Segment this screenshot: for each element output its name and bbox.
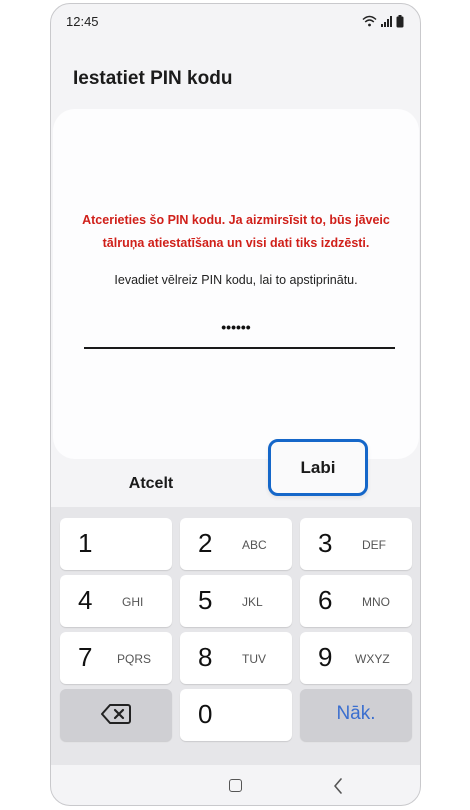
key-letters: MNO — [362, 595, 390, 609]
backspace-icon — [101, 704, 131, 724]
key-1[interactable]: 1 — [60, 518, 172, 570]
key-digit: 2 — [198, 528, 213, 558]
key-letters: DEF — [362, 538, 386, 552]
key-digit: 3 — [318, 528, 333, 558]
instruction-text: Ievadiet vēlreiz PIN kodu, lai to apstip… — [114, 273, 358, 287]
key-letters: GHI — [122, 595, 144, 609]
wifi-icon — [362, 15, 377, 27]
next-key[interactable]: Nāk. — [300, 689, 412, 741]
battery-icon — [396, 14, 404, 27]
key-letters: WXYZ — [355, 652, 390, 666]
key-digit: 7 — [78, 642, 93, 672]
key-letters: TUV — [242, 652, 266, 666]
pin-input-underline — [84, 347, 395, 349]
key-5[interactable]: 5 JKL — [180, 575, 292, 627]
key-digit: 8 — [198, 642, 213, 672]
key-2[interactable]: 2 ABC — [180, 518, 292, 570]
status-icons — [362, 14, 404, 28]
ok-button[interactable]: Labi — [268, 439, 368, 496]
key-letters: PQRS — [117, 652, 152, 666]
key-8[interactable]: 8 TUV — [180, 632, 292, 684]
warning-message: Atcerieties šo PIN kodu. Ja aizmirsīsit … — [53, 209, 419, 255]
phone-screen: 12:45 Iestatiet PIN kodu Atcerieties šo … — [50, 3, 421, 806]
key-letters: ABC — [242, 538, 267, 552]
signal-icon — [381, 15, 392, 27]
key-3[interactable]: 3 DEF — [300, 518, 412, 570]
warning-line-2: tālruņa atiestatīšana un visi dati tiks … — [102, 236, 370, 250]
numeric-keypad: 1 2 ABC 3 DEF 4 GHI 5 JKL 6 MNO 7 PQRS 8… — [51, 507, 420, 765]
key-0[interactable]: 0 — [180, 689, 292, 741]
key-6[interactable]: 6 MNO — [300, 575, 412, 627]
cancel-button[interactable]: Atcelt — [91, 471, 211, 497]
key-digit: 9 — [318, 642, 333, 672]
home-icon[interactable] — [229, 779, 242, 792]
navigation-bar — [51, 765, 420, 805]
warning-line-1: Atcerieties šo PIN kodu. Ja aizmirsīsit … — [82, 213, 390, 227]
next-key-label: Nāk. — [336, 703, 376, 724]
key-digit: 4 — [78, 585, 93, 615]
key-9[interactable]: 9 WXYZ — [300, 632, 412, 684]
key-digit: 6 — [318, 585, 333, 615]
key-digit: 5 — [198, 585, 213, 615]
backspace-key[interactable] — [60, 689, 172, 741]
key-letters: JKL — [242, 595, 263, 609]
key-digit: 1 — [78, 528, 93, 558]
page-title: Iestatiet PIN kodu — [73, 68, 233, 89]
status-bar: 12:45 — [51, 4, 420, 38]
status-time: 12:45 — [66, 13, 99, 29]
action-row: Atcelt Labi — [51, 439, 420, 507]
pin-card: Atcerieties šo PIN kodu. Ja aizmirsīsit … — [53, 109, 419, 459]
pin-input[interactable]: •••••• — [53, 319, 419, 335]
key-7[interactable]: 7 PQRS — [60, 632, 172, 684]
key-4[interactable]: 4 GHI — [60, 575, 172, 627]
back-icon[interactable] — [333, 778, 343, 794]
key-digit: 0 — [198, 699, 213, 729]
